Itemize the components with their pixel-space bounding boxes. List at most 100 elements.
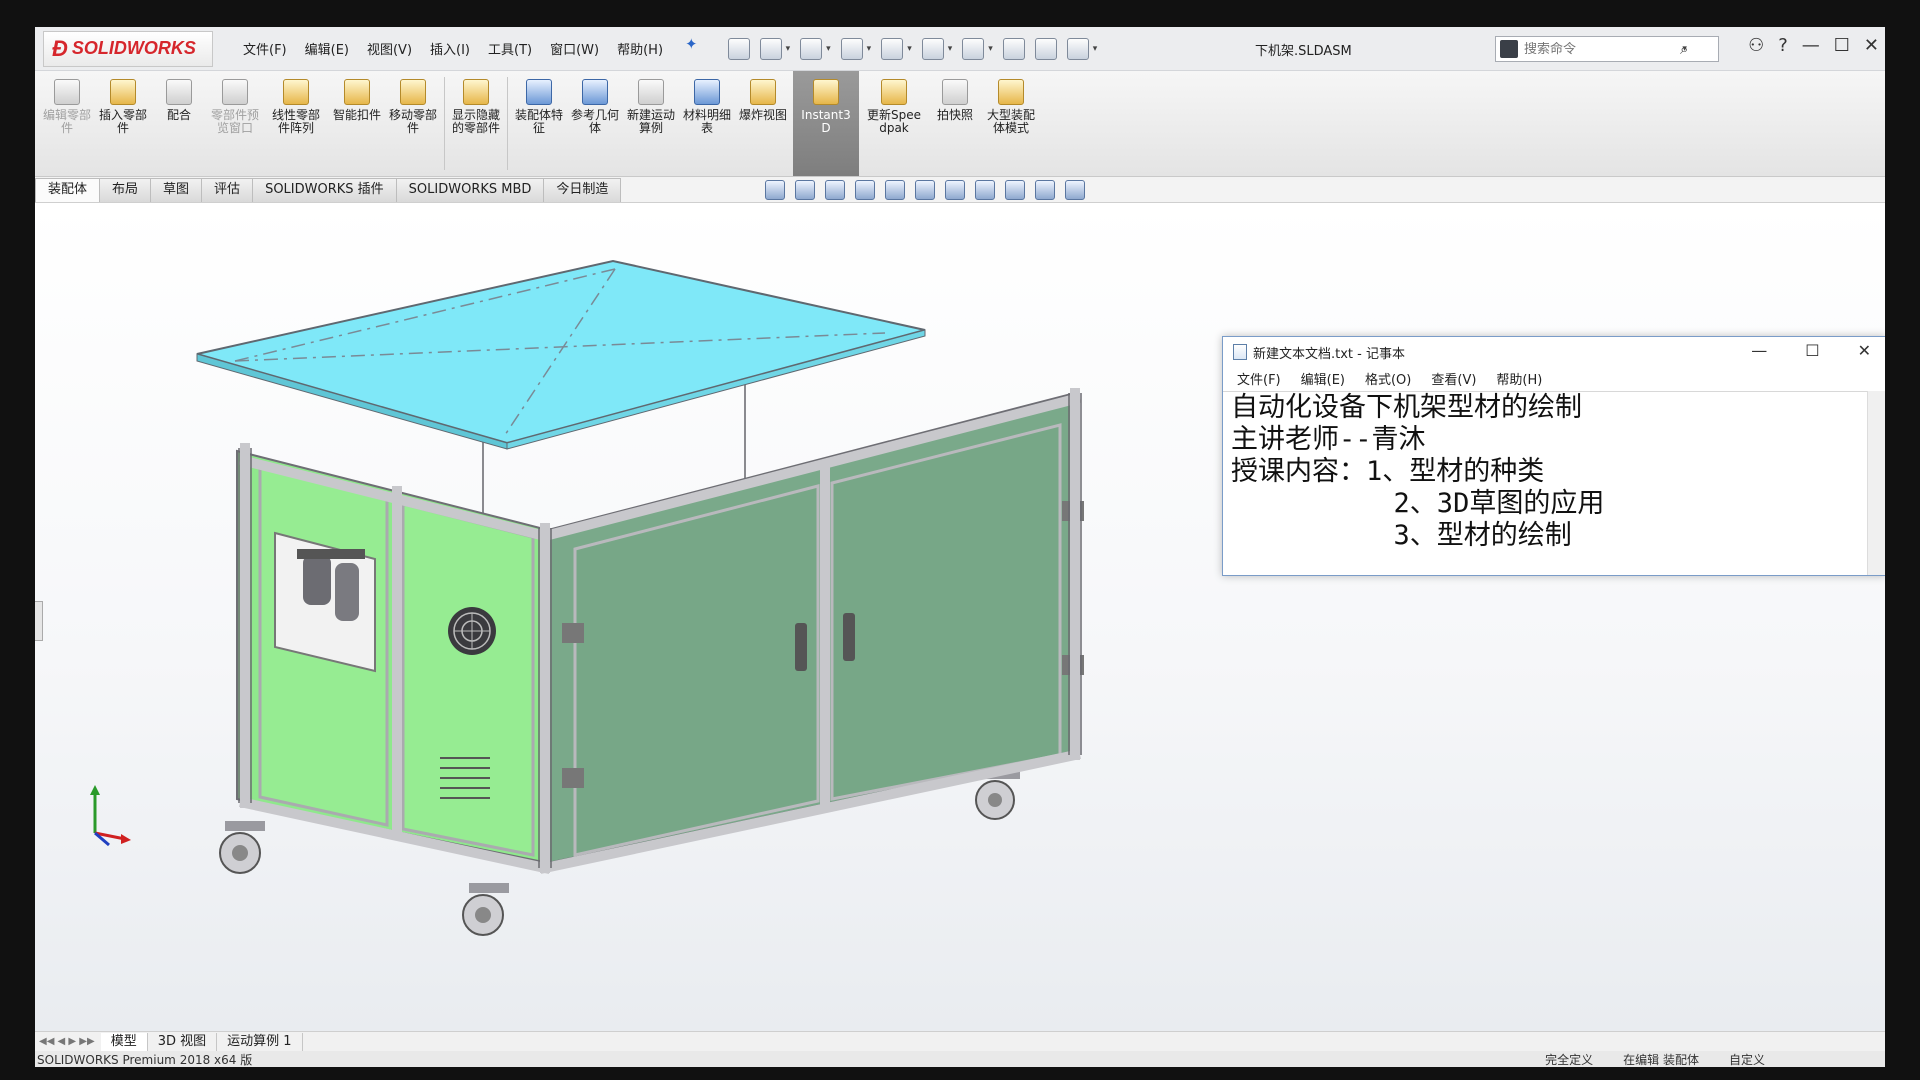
linear-pattern-icon [283, 79, 309, 105]
undo-dropdown-icon[interactable]: ▾ [948, 44, 953, 54]
notepad-text-area[interactable]: 自动化设备下机架型材的绘制 主讲老师--青沐 授课内容：1、型材的种类 2、3D草图… [1223, 391, 1867, 575]
menu-file[interactable]: 文件(F) [235, 35, 295, 62]
notepad-menu-edit[interactable]: 编辑(E) [1293, 369, 1353, 388]
pin-menu-icon[interactable]: ✦ [685, 35, 698, 62]
search-dropdown-icon[interactable]: ▾ [1682, 44, 1687, 54]
save-icon[interactable] [840, 37, 863, 60]
options-gear-icon[interactable] [1066, 37, 1089, 60]
menu-insert[interactable]: 插入(I) [422, 35, 478, 62]
menu-view[interactable]: 视图(V) [359, 35, 420, 62]
instant3d-icon [813, 79, 839, 105]
print-icon[interactable] [881, 37, 904, 60]
save-dropdown-icon[interactable]: ▾ [867, 44, 872, 54]
update-speedpak-button[interactable]: 更新Speedpak [861, 71, 927, 176]
tab-sketch[interactable]: 草图 [150, 178, 203, 202]
document-title: 下机架.SLDASM [1255, 44, 1352, 59]
view-settings-icon[interactable] [1065, 180, 1085, 200]
notepad-menu-help[interactable]: 帮助(H) [1488, 369, 1550, 388]
zoom-to-area-icon[interactable] [795, 180, 815, 200]
search-input[interactable] [1524, 41, 1674, 57]
help-icon[interactable]: ? [1778, 35, 1788, 56]
insert-component-button[interactable]: 插入零部件 [95, 71, 151, 176]
machine-frame-model[interactable] [35, 203, 1885, 1031]
previous-view-icon[interactable] [825, 180, 845, 200]
large-assembly-mode-button[interactable]: 大型装配体模式 [983, 71, 1039, 176]
tab-addins[interactable]: SOLIDWORKS 插件 [252, 178, 397, 202]
edit-component-icon [54, 79, 80, 105]
new-motion-study-button[interactable]: 新建运动算例 [623, 71, 679, 176]
view-orientation-icon[interactable] [915, 180, 935, 200]
rebuild-traffic-light-icon[interactable] [1002, 37, 1025, 60]
open-dropdown-icon[interactable]: ▾ [826, 44, 831, 54]
dynamic-annotation-icon[interactable] [885, 180, 905, 200]
move-component-button[interactable]: 移动零部件 [385, 71, 441, 176]
edit-appearance-icon[interactable] [1005, 180, 1025, 200]
tab-motion-study[interactable]: 运动算例 1 [217, 1032, 303, 1051]
graphics-area[interactable]: 新建文本文档.txt - 记事本 — ☐ ✕ 文件(F) 编辑(E) 格式(O)… [35, 203, 1885, 1031]
new-dropdown-icon[interactable]: ▾ [786, 44, 791, 54]
instant3d-button[interactable]: Instant3D [793, 71, 859, 176]
tab-model[interactable]: 模型 [100, 1032, 148, 1051]
file-properties-icon[interactable] [1034, 37, 1057, 60]
motion-study-icon [638, 79, 664, 105]
tab-mbd[interactable]: SOLIDWORKS MBD [395, 178, 545, 202]
assembly-features-icon [526, 79, 552, 105]
assembly-features-button[interactable]: 装配体特征 [511, 71, 567, 176]
home-icon[interactable] [727, 37, 750, 60]
front-right-door[interactable] [830, 423, 1062, 801]
options-dropdown-icon[interactable]: ▾ [1093, 44, 1098, 54]
menu-tools[interactable]: 工具(T) [480, 35, 540, 62]
reference-geometry-button[interactable]: 参考几何体 [567, 71, 623, 176]
menu-edit[interactable]: 编辑(E) [297, 35, 357, 62]
new-document-icon[interactable] [759, 37, 782, 60]
tab-assembly[interactable]: 装配体 [35, 178, 101, 202]
linear-pattern-button[interactable]: 线性零部件阵列 [263, 71, 329, 176]
take-snapshot-button[interactable]: 拍快照 [927, 71, 983, 176]
user-icon[interactable]: ⚇ [1748, 35, 1764, 56]
exploded-view-button[interactable]: 爆炸视图 [735, 71, 791, 176]
tab-evaluate[interactable]: 评估 [201, 178, 254, 202]
select-dropdown-icon[interactable]: ▾ [988, 44, 993, 54]
search-box[interactable]: ⌕ ▾ [1495, 36, 1719, 62]
zoom-to-fit-icon[interactable] [765, 180, 785, 200]
close-button[interactable]: ✕ [1864, 35, 1879, 56]
smart-fasteners-button[interactable]: 智能扣件 [329, 71, 385, 176]
solidworks-logo[interactable]: Ɖ SOLIDWORKS [43, 30, 213, 67]
component-preview-button[interactable]: 零部件预览窗口 [207, 71, 263, 176]
menu-help[interactable]: 帮助(H) [609, 35, 671, 62]
notepad-window[interactable]: 新建文本文档.txt - 记事本 — ☐ ✕ 文件(F) 编辑(E) 格式(O)… [1222, 336, 1885, 576]
show-hidden-components-button[interactable]: 显示隐藏的零部件 [448, 71, 504, 176]
notepad-menu-view[interactable]: 查看(V) [1423, 369, 1484, 388]
tab-layout[interactable]: 布局 [99, 178, 152, 202]
front-left-door[interactable] [573, 484, 820, 857]
tab-3d-view[interactable]: 3D 视图 [148, 1032, 218, 1051]
apply-scene-icon[interactable] [1035, 180, 1055, 200]
tab-manufacturing[interactable]: 今日制造 [543, 178, 622, 202]
menu-window[interactable]: 窗口(W) [542, 35, 607, 62]
edit-component-button[interactable]: 编辑零部件 [39, 71, 95, 176]
mate-button[interactable]: 配合 [151, 71, 207, 176]
select-arrow-icon[interactable] [962, 37, 985, 60]
notepad-menu-format[interactable]: 格式(O) [1357, 369, 1419, 388]
notepad-menu-file[interactable]: 文件(F) [1229, 369, 1289, 388]
display-style-icon[interactable] [945, 180, 965, 200]
status-units[interactable]: 自定义 [1729, 1051, 1765, 1067]
insert-component-icon [110, 79, 136, 105]
notepad-minimize-button[interactable]: — [1751, 341, 1767, 360]
tab-scroll-arrows-icon[interactable]: ◀◀ ◀ ▶ ▶▶ [39, 1036, 95, 1047]
cooling-fan-icon [448, 607, 496, 655]
notepad-vertical-scrollbar[interactable] [1867, 391, 1885, 575]
open-folder-icon[interactable] [800, 37, 823, 60]
notepad-maximize-button[interactable]: ☐ [1805, 341, 1819, 360]
command-manager: 编辑零部件 插入零部件 配合 零部件预览窗口 线性零部件阵列 智能扣件 移动零部… [35, 71, 1885, 177]
notepad-close-button[interactable]: ✕ [1858, 341, 1871, 360]
minimize-button[interactable]: — [1802, 35, 1820, 56]
maximize-button[interactable]: ☐ [1834, 35, 1850, 56]
print-dropdown-icon[interactable]: ▾ [907, 44, 912, 54]
section-view-icon[interactable] [855, 180, 875, 200]
feature-manager-flyout-handle[interactable] [35, 601, 43, 641]
notepad-line: 3、型材的绘制 [1231, 520, 1572, 551]
bill-of-materials-button[interactable]: 材料明细表 [679, 71, 735, 176]
undo-icon[interactable] [921, 37, 944, 60]
hide-show-items-icon[interactable] [975, 180, 995, 200]
